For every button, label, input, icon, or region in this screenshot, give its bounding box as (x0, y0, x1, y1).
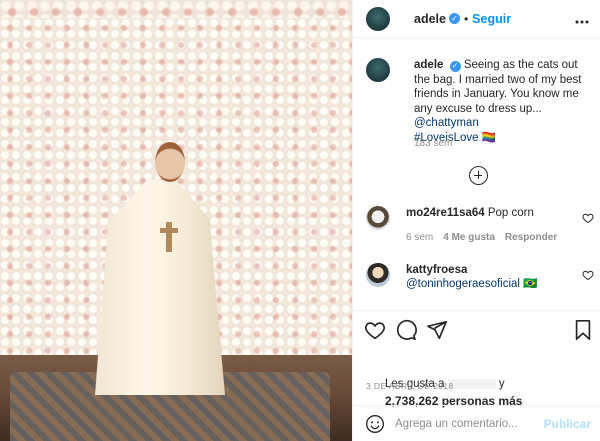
avatar[interactable] (366, 206, 390, 230)
post-header: adele ✓ • Seguir (353, 0, 600, 38)
comment-username[interactable]: mo24re11sa64 (406, 207, 485, 219)
caption-mention[interactable]: @chattyman (414, 117, 479, 129)
save-bookmark-icon[interactable] (572, 319, 594, 341)
comment-likes[interactable]: 4 Me gusta (443, 232, 495, 243)
comment-username[interactable]: kattyfroesa (406, 264, 467, 276)
dot-separator: • (463, 11, 469, 26)
share-paper-plane-icon[interactable] (426, 319, 448, 341)
comment-time[interactable]: 6 sem (406, 232, 433, 243)
comment-meta: 6 sem 4 Me gusta Responder (406, 232, 557, 243)
follow-button[interactable]: Seguir (472, 12, 511, 26)
comment-input[interactable] (395, 416, 535, 432)
comment-text: mo24re11sa64 Pop corn (406, 206, 576, 220)
publish-button[interactable]: Publicar (544, 417, 591, 431)
brazil-flag-icon: 🇧🇷 (523, 278, 538, 290)
comment-composer: Publicar (353, 405, 600, 441)
reply-button[interactable]: Responder (505, 232, 557, 243)
cross-pendant (160, 222, 178, 252)
person-head (155, 142, 185, 182)
blurred-username[interactable] (447, 378, 496, 389)
comment-bubble-icon[interactable] (395, 319, 417, 341)
post-side-panel: adele ✓ • Seguir adele ✓ Seeing as the c… (352, 0, 600, 441)
caption-username[interactable]: adele (414, 59, 443, 71)
likes-suffix: y (498, 378, 505, 390)
heart-outline-icon[interactable] (582, 269, 594, 281)
verified-badge-icon: ✓ (448, 13, 460, 24)
comment-body: Pop corn (487, 207, 534, 219)
avatar[interactable] (366, 263, 390, 287)
post-date[interactable]: 3 DE ABRIL DE 2018 (366, 381, 454, 391)
load-more-comments-icon[interactable] (469, 166, 488, 185)
post-photo[interactable] (0, 0, 352, 441)
heart-outline-icon[interactable] (582, 212, 594, 224)
more-options-icon[interactable] (575, 11, 589, 27)
verified-badge-icon: ✓ (449, 60, 461, 72)
comment-mention[interactable]: @toninhogeraesoficial (406, 278, 520, 290)
caption-time[interactable]: 183 sem (414, 138, 452, 149)
comment-text: kattyfroesa @toninhogeraesoficial 🇧🇷 (406, 263, 576, 291)
rainbow-flag-icon: 🏳️‍🌈 (481, 131, 497, 144)
caption-text: adele ✓ Seeing as the cats out the bag. … (414, 58, 594, 145)
like-heart-icon[interactable] (364, 319, 386, 341)
avatar[interactable] (366, 6, 390, 31)
emoji-smile-icon[interactable] (365, 414, 385, 434)
avatar[interactable] (366, 58, 390, 82)
username[interactable]: adele (414, 12, 446, 26)
